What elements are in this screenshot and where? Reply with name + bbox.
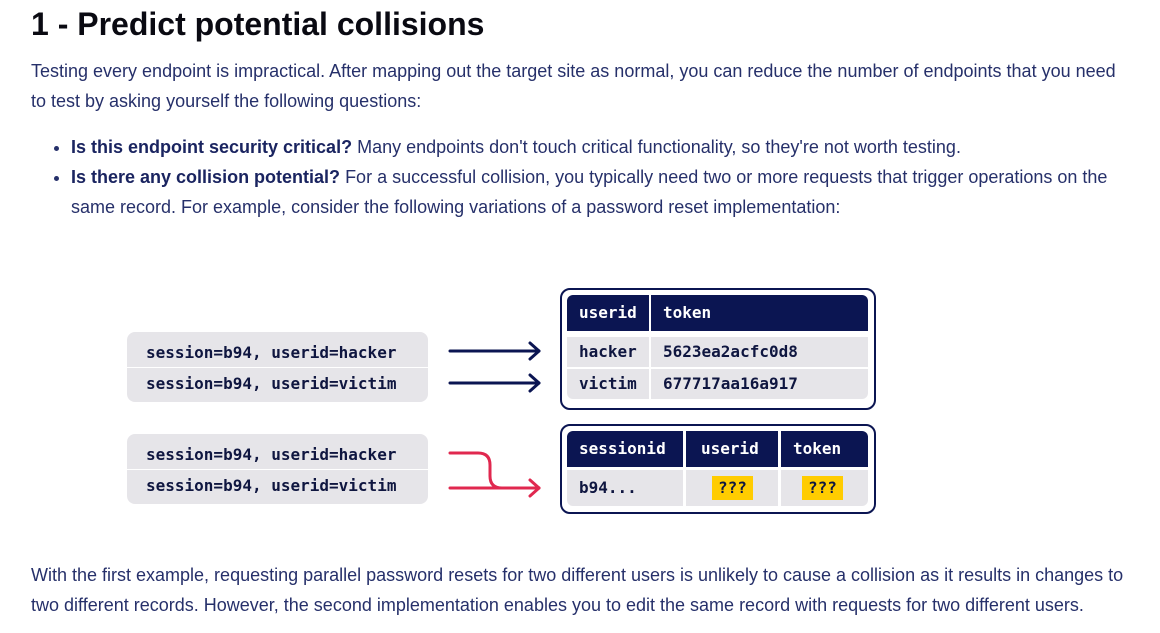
unknown-value-badge: ??? (712, 476, 753, 500)
table-cell: victim (567, 369, 649, 399)
conclusion-paragraph: With the first example, requesting paral… (31, 565, 1124, 615)
table-header: token (781, 431, 868, 467)
table-cell: ??? (686, 470, 778, 506)
unknown-value-badge: ??? (802, 476, 843, 500)
table-header: userid (686, 431, 778, 467)
table-cell: ??? (781, 470, 868, 506)
table-cell: 677717aa16a917 (651, 369, 868, 399)
table-cell: 5623ea2acfc0d8 (651, 337, 868, 367)
red-merge-arrow (448, 451, 541, 498)
table-cell: b94... (567, 470, 683, 506)
table-header: token (651, 295, 868, 331)
navy-arrow (448, 341, 541, 361)
table-header: sessionid (567, 431, 683, 467)
table-cell: hacker (567, 337, 649, 367)
navy-arrow (448, 373, 541, 393)
table-header: userid (567, 295, 649, 331)
